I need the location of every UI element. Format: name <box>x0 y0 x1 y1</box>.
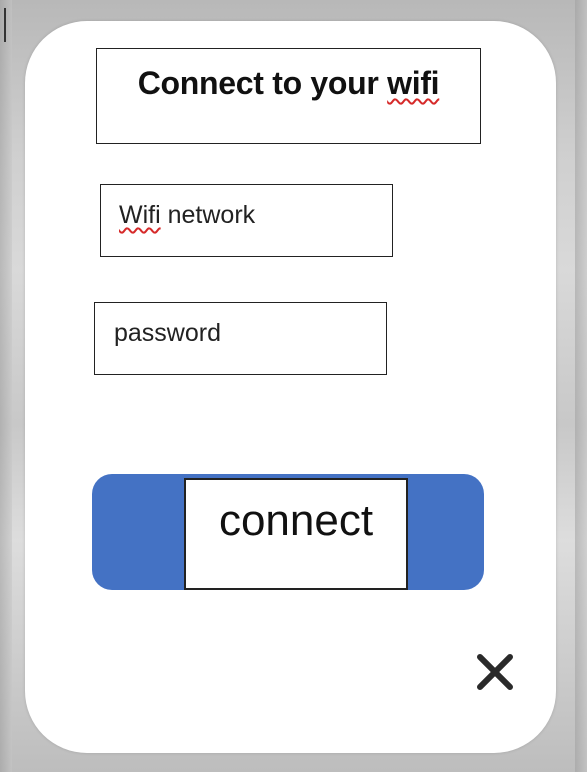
wifi-network-field-text: Wifi network <box>119 201 255 230</box>
connect-button-label: connect <box>218 496 374 545</box>
background-left-edge <box>0 0 12 772</box>
wifi-network-rest: network <box>160 201 256 229</box>
dialog-title: Connect to your wifi <box>138 65 440 102</box>
connect-button-label-box[interactable]: connect <box>184 478 408 590</box>
background-right-edge <box>575 0 587 772</box>
wifi-network-field[interactable]: Wifi network <box>100 184 393 257</box>
password-field[interactable]: password <box>94 302 387 375</box>
wifi-connect-dialog: Connect to your wifi Wifi network passwo… <box>25 21 556 753</box>
password-field-text: password <box>114 319 221 347</box>
close-icon[interactable] <box>474 651 516 693</box>
dialog-title-spellcheck-word: wifi <box>387 65 440 101</box>
text-cursor-mark <box>4 8 6 42</box>
dialog-title-prefix: Connect to your <box>137 65 388 101</box>
dialog-title-box: Connect to your wifi <box>96 48 481 144</box>
wifi-network-spellcheck-word: Wifi <box>119 201 161 229</box>
